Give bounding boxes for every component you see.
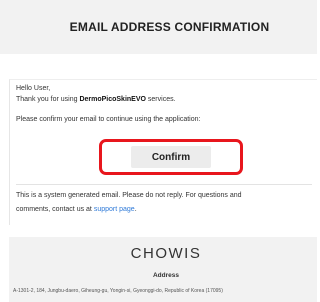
- confirm-button[interactable]: Confirm: [131, 146, 211, 168]
- chowis-logo: CHOWIS: [130, 245, 202, 262]
- email-footer: CHOWIS Address A-1301-2, 184, Jungbu-dae…: [9, 237, 317, 302]
- email-body: Hello User, Thank you for using DermoPic…: [9, 79, 317, 225]
- confirm-prompt: Please confirm your email to continue us…: [16, 116, 201, 123]
- email-header: EMAIL ADDRESS CONFIRMATION: [0, 0, 317, 54]
- system-notice-line1: This is a system generated email. Please…: [16, 192, 242, 199]
- address-text: A-1301-2, 184, Jungbu-daero, Giheung-gu,…: [13, 288, 223, 294]
- address-label: Address: [152, 272, 179, 279]
- thanks-prefix: Thank you for using: [16, 96, 80, 103]
- confirm-highlight-box: Confirm: [99, 139, 243, 175]
- system-notice-line2: comments, contact us at support page.: [16, 206, 137, 213]
- thanks-suffix: services.: [145, 96, 176, 103]
- brand-name: DermoPicoSkinEVO: [79, 96, 146, 103]
- greeting-text: Hello User,: [16, 85, 51, 92]
- divider: [16, 184, 312, 185]
- thanks-text: Thank you for using DermoPicoSkinEVO ser…: [16, 96, 176, 103]
- notice-line2-suffix: .: [134, 206, 137, 213]
- email-title: EMAIL ADDRESS CONFIRMATION: [69, 20, 270, 34]
- notice-line2-prefix: comments, contact us at: [16, 206, 94, 213]
- support-page-link[interactable]: support page: [94, 206, 135, 213]
